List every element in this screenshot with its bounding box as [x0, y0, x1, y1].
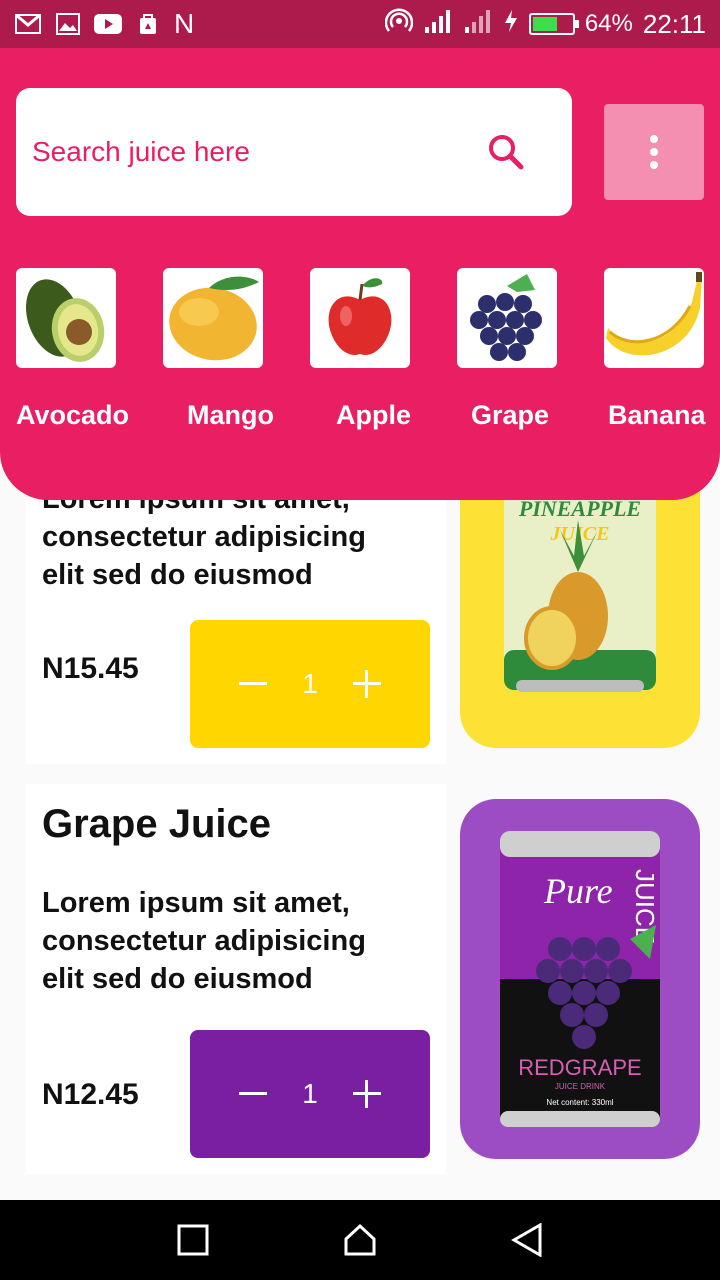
home-button[interactable] — [340, 1220, 380, 1260]
gmail-icon — [14, 13, 42, 35]
battery-icon — [528, 13, 579, 35]
carrier-letter: N — [174, 8, 195, 39]
grape-icon — [457, 268, 557, 368]
can-sub: JUICE DRINK — [555, 1082, 606, 1091]
product-price: N12.45 — [42, 1078, 139, 1111]
category-label: Mango — [187, 400, 274, 430]
category-mango[interactable]: Mango — [163, 268, 274, 430]
status-bar: N 64% 22:11 — [0, 0, 720, 48]
decrease-button[interactable] — [237, 1078, 269, 1110]
product-list[interactable]: Lorem ipsum sit amet, consectetur adipis… — [0, 440, 720, 1200]
signal-icon — [423, 9, 453, 40]
can-brand: Pure — [543, 871, 613, 911]
quantity-value: 1 — [302, 1078, 318, 1109]
mango-icon — [163, 268, 263, 368]
banana-icon — [604, 268, 704, 368]
system-navigation-bar — [0, 1200, 720, 1280]
can-net: Net content: 330ml — [546, 1098, 613, 1107]
gallery-icon — [54, 13, 82, 35]
grape-juice-image: Pure JUICE REDGRAPE JUICE DRINK Net cont… — [460, 799, 700, 1159]
hotspot-icon — [384, 7, 414, 42]
apple-icon — [310, 268, 410, 368]
category-grape[interactable]: Grape — [457, 268, 557, 430]
category-label: Banana — [608, 400, 706, 430]
recents-button[interactable] — [173, 1220, 213, 1260]
product-price: N15.45 — [42, 652, 139, 685]
category-banana[interactable]: Banana — [604, 268, 706, 430]
charging-icon — [503, 9, 519, 40]
quantity-value: 1 — [302, 668, 318, 699]
product-description: Lorem ipsum sit amet, consectetur adipis… — [42, 887, 366, 995]
header: Avocado Mango Apple — [0, 48, 720, 500]
screen: N 64% 22:11 Lorem ipsum sit amet, consec… — [0, 0, 720, 1280]
battery-percent: 64% — [584, 10, 633, 37]
category-apple[interactable]: Apple — [310, 268, 411, 430]
back-button[interactable] — [507, 1220, 547, 1260]
category-label: Avocado — [16, 400, 130, 430]
product-card-grape[interactable]: Grape Juice Lorem ipsum sit amet, consec… — [26, 784, 446, 1174]
increase-button[interactable] — [351, 668, 383, 700]
shop-icon — [134, 13, 162, 35]
search-input[interactable] — [32, 136, 484, 168]
more-vert-icon — [650, 135, 658, 143]
category-label: Apple — [336, 400, 412, 430]
search-bar — [16, 88, 572, 216]
quantity-stepper: 1 — [190, 1030, 430, 1158]
category-label: Grape — [471, 400, 550, 430]
category-avocado[interactable]: Avocado — [16, 268, 129, 430]
signal-3g-icon — [463, 9, 493, 40]
quantity-stepper: 1 — [190, 620, 430, 748]
search-icon[interactable] — [484, 130, 528, 174]
youtube-icon — [94, 13, 122, 35]
decrease-button[interactable] — [237, 668, 269, 700]
avocado-icon — [16, 268, 116, 368]
product-title: Grape Juice — [42, 802, 272, 846]
can-flavor: REDGRAPE — [518, 1055, 641, 1080]
more-options-button[interactable] — [604, 104, 704, 200]
clock: 22:11 — [642, 8, 706, 39]
increase-button[interactable] — [351, 1078, 383, 1110]
